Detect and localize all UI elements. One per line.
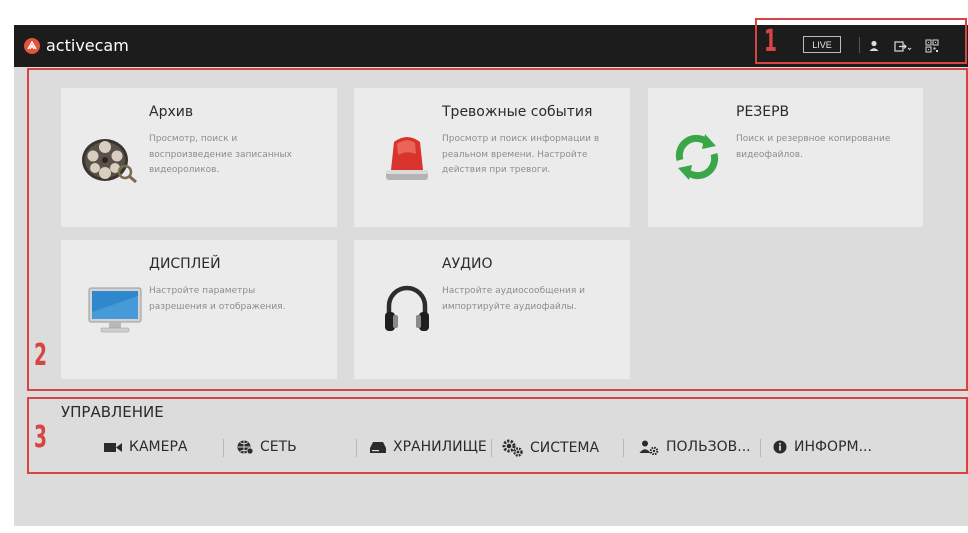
annotation-number-3: 3 — [34, 420, 47, 455]
activecam-logo-icon — [24, 37, 40, 54]
annotation-number-1: 1 — [764, 24, 777, 59]
annotation-number-2: 2 — [34, 338, 47, 373]
brand-name: activecam — [46, 36, 129, 55]
annotation-box-1 — [755, 18, 967, 64]
brand-logo[interactable]: activecam — [24, 36, 129, 55]
annotation-box-2 — [27, 68, 968, 391]
annotation-box-3 — [27, 397, 968, 474]
